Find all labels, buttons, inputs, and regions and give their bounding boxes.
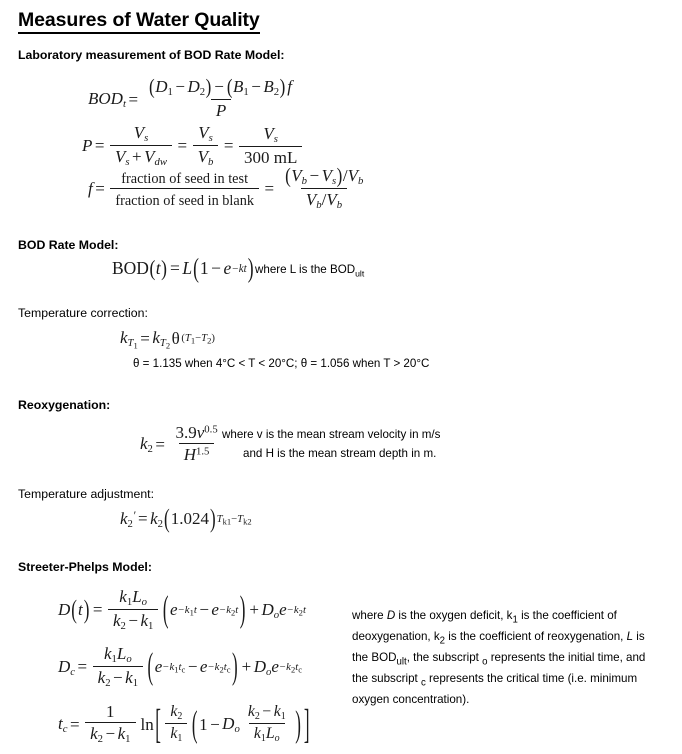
equation-deficit-critical: Dc = k1Lo k2− k1 (e −k1tc − e −k2tc) + Do e −k2tc bbox=[58, 644, 302, 690]
desc-line2-a: deoxygenation, k bbox=[352, 630, 440, 643]
desc-line2-b: is the coefficient of reoxygenation, bbox=[445, 630, 627, 643]
section-heading-lab-bod: Laboratory measurement of BOD Rate Model… bbox=[18, 48, 285, 62]
streeter-phelps-description: where D is the oxygen deficit, k1 is the… bbox=[352, 607, 652, 709]
equation-bod-rate-model: BOD(t) = L(1− e −kt) bbox=[112, 252, 254, 284]
desc-line5: concentration). bbox=[392, 693, 470, 706]
equation-time-critical: tc = 1 k2− k1 ln[ k2 k1 (1− Do k2− k1 k1Lo )… bbox=[58, 700, 310, 747]
note-reoxygenation-depth: and H is the mean stream depth in m. bbox=[243, 447, 437, 460]
equation-temp-adjustment: k2′ = k2(1.024) Tk1−Tk2 bbox=[120, 503, 252, 534]
section-heading-temp-correction: Temperature correction: bbox=[18, 306, 148, 320]
note-reoxygenation-velocity: where v is the mean stream velocity in m… bbox=[222, 428, 441, 441]
desc-line3-a: BOD bbox=[371, 651, 397, 664]
desc-line1-a: where bbox=[352, 609, 387, 622]
section-heading-reoxygenation: Reoxygenation: bbox=[18, 398, 111, 412]
page-title: Measures of Water Quality bbox=[18, 9, 260, 35]
equation-temp-correction: kT1 = kT2 θ (T1−T2) bbox=[120, 328, 215, 351]
desc-line1-c: is the coefficient of bbox=[517, 609, 617, 622]
desc-line4-a: subscript bbox=[371, 672, 421, 685]
section-heading-bod-rate: BOD Rate Model: bbox=[18, 238, 119, 252]
equation-deficit-t: D(t) = k1Lo k2− k1 (e −k1t − e −k2t) + Do e −k2t bbox=[58, 587, 306, 633]
desc-line3-sub: ult bbox=[396, 656, 407, 668]
desc-line1-b: is the oxygen deficit, k bbox=[395, 609, 513, 622]
desc-line1-var: D bbox=[386, 609, 396, 622]
equation-f-seed: f = fraction of seed in test fraction of … bbox=[88, 163, 364, 212]
desc-line3-b: , the subscript bbox=[406, 651, 483, 664]
section-heading-streeter-phelps: Streeter-Phelps Model: bbox=[18, 560, 152, 574]
note-bod-ult-subscript: ult bbox=[355, 268, 365, 279]
section-heading-temp-adjustment: Temperature adjustment: bbox=[18, 487, 155, 501]
note-bod-ult: where L is the BODult bbox=[255, 263, 364, 278]
note-bod-ult-text: where L is the BOD bbox=[255, 263, 356, 276]
document-page: Measures of Water Quality Laboratory mea… bbox=[0, 0, 682, 754]
equation-reoxygenation: k2 = 3.9v0.5 H1.5 bbox=[140, 423, 218, 465]
equation-bod-t: BODt = (D1− D2) − (B1− B2) f P bbox=[88, 74, 293, 121]
equation-p-dilution: P = Vs Vs + Vdw = Vs Vb = Vs 300 mL bbox=[82, 123, 305, 169]
note-theta-values: θ = 1.135 when 4°C < T < 20°C; θ = 1.056… bbox=[133, 357, 430, 370]
